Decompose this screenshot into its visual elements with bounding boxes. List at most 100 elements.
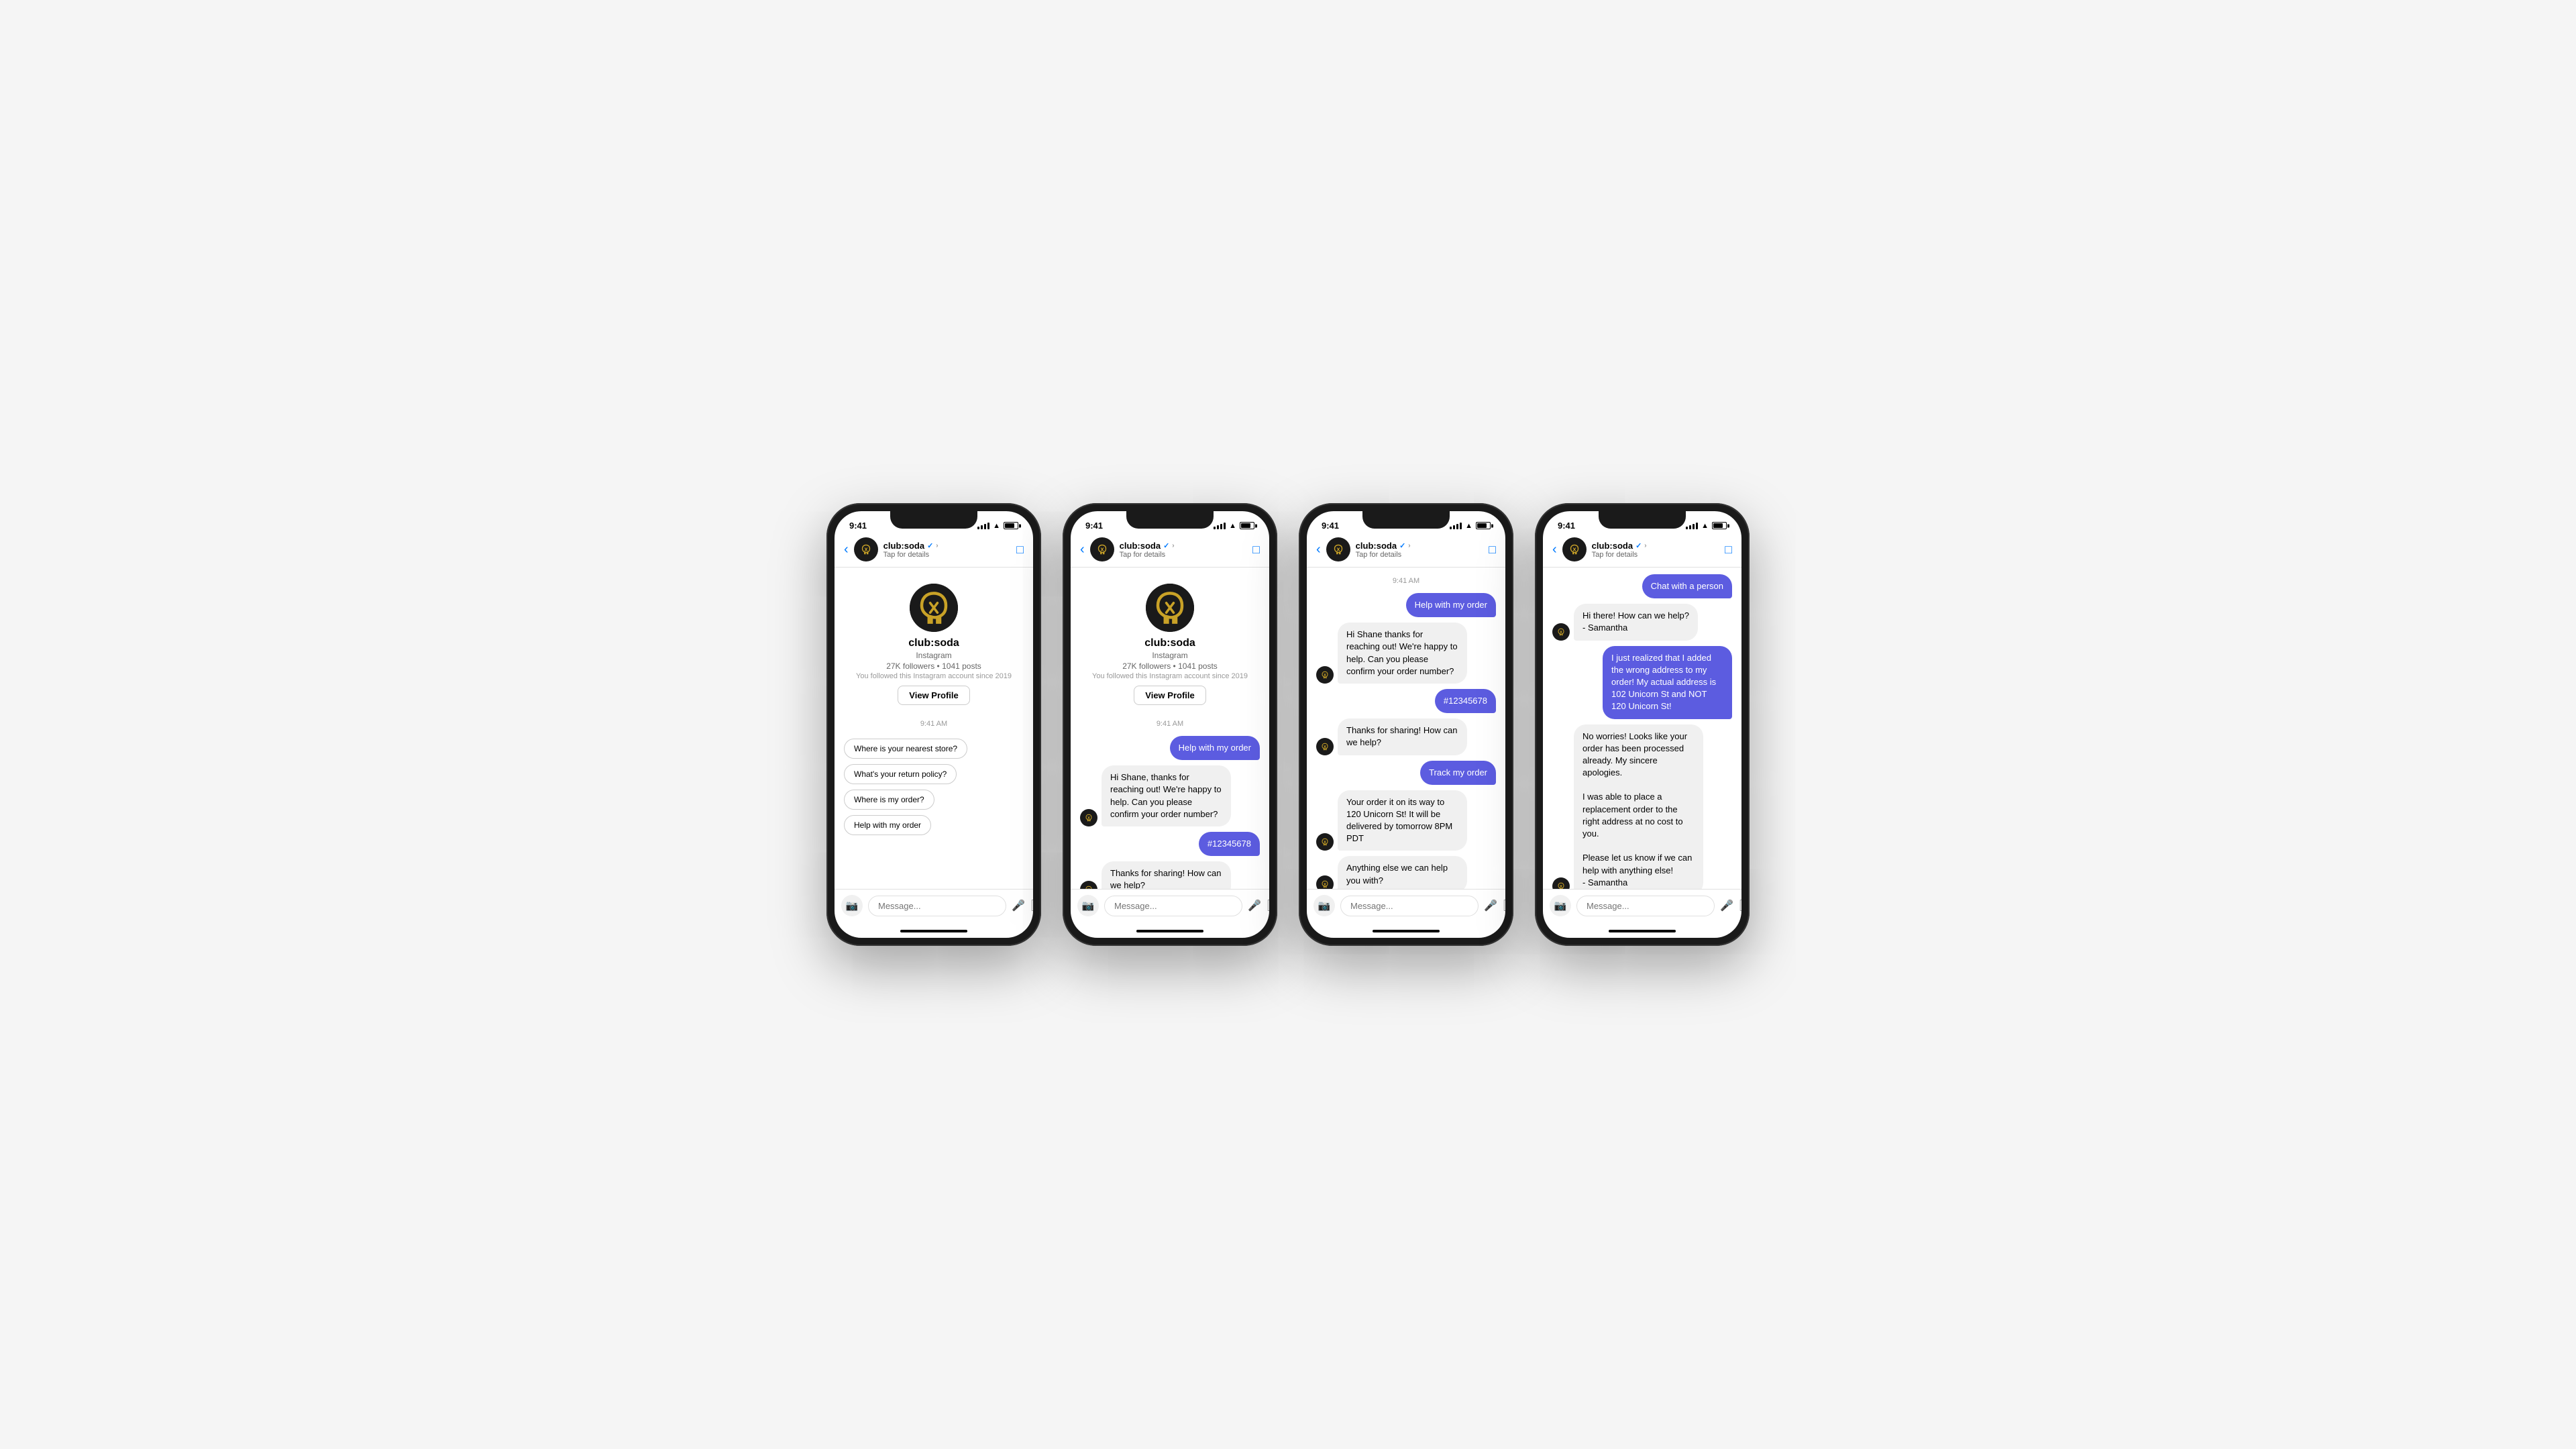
sent-message-bubble: #12345678 — [1435, 689, 1496, 713]
back-button[interactable]: ‹ — [1080, 542, 1085, 557]
nav-info: club:soda ✓ › Tap for details — [1120, 541, 1252, 559]
video-call-icon[interactable]: □ — [1016, 543, 1024, 557]
received-message-bubble: Thanks for sharing! How can we help? — [1102, 861, 1231, 889]
profile-header: club:soda Instagram 27K followers • 1041… — [844, 574, 1024, 712]
message-row: Track my order — [1316, 761, 1496, 785]
phone-3: 9:41 ▲ ‹ club:soda ✓ › Tap for details □… — [1299, 503, 1513, 946]
status-icons: ▲ — [1450, 522, 1491, 530]
mic-icon[interactable]: 🎤 — [1012, 899, 1025, 912]
received-message-bubble: Hi Shane thanks for reaching out! We're … — [1338, 623, 1467, 684]
profile-avatar — [1146, 584, 1194, 632]
message-input[interactable] — [1340, 896, 1479, 916]
quick-replies: Where is your nearest store? What's your … — [844, 736, 1024, 839]
status-icons: ▲ — [977, 522, 1018, 530]
message-row: No worries! Looks like your order has be… — [1552, 724, 1732, 890]
camera-button[interactable]: 📷 — [1550, 895, 1571, 916]
nav-subtitle: Tap for details — [883, 551, 1016, 559]
nav-name: club:soda ✓ › — [1120, 541, 1252, 551]
wifi-icon: ▲ — [1229, 522, 1236, 530]
chevron-icon: › — [936, 542, 938, 549]
signal-icon — [977, 523, 989, 529]
input-icons: 🎤 🖼 😊 — [1720, 899, 1741, 912]
received-message-bubble: Your order it on its way to 120 Unicorn … — [1338, 790, 1467, 851]
home-indicator — [1373, 930, 1440, 932]
input-icons: 🎤 🖼 😊 — [1484, 899, 1505, 912]
home-indicator — [900, 930, 967, 932]
video-call-icon[interactable]: □ — [1252, 543, 1260, 557]
received-message-bubble: No worries! Looks like your order has be… — [1574, 724, 1703, 890]
home-indicator — [1609, 930, 1676, 932]
mic-icon[interactable]: 🎤 — [1720, 899, 1733, 912]
back-button[interactable]: ‹ — [1552, 542, 1557, 557]
video-call-icon[interactable]: □ — [1489, 543, 1496, 557]
status-time: 9:41 — [1085, 521, 1103, 531]
profile-header: club:soda Instagram 27K followers • 1041… — [1080, 574, 1260, 712]
chevron-icon: › — [1408, 542, 1410, 549]
gallery-icon[interactable]: 🖼 — [1739, 899, 1741, 912]
sender-avatar — [1080, 881, 1097, 890]
nav-avatar — [1562, 537, 1587, 561]
quick-reply-chip[interactable]: Help with my order — [844, 815, 931, 835]
quick-reply-chip[interactable]: What's your return policy? — [844, 764, 957, 784]
quick-reply-chip[interactable]: Where is your nearest store? — [844, 739, 967, 759]
chevron-icon: › — [1644, 542, 1646, 549]
quick-reply-chip[interactable]: Where is my order? — [844, 790, 934, 810]
nav-subtitle: Tap for details — [1592, 551, 1725, 559]
message-row: Help with my order — [1316, 593, 1496, 617]
signal-icon — [1450, 523, 1462, 529]
received-message-bubble: Hi Shane, thanks for reaching out! We're… — [1102, 765, 1231, 826]
sender-avatar — [1080, 809, 1097, 826]
message-input[interactable] — [868, 896, 1006, 916]
message-input[interactable] — [1104, 896, 1242, 916]
signal-icon — [1214, 523, 1226, 529]
home-indicator — [1136, 930, 1203, 932]
sender-avatar — [1316, 833, 1334, 851]
chevron-icon: › — [1172, 542, 1174, 549]
message-row: Your order it on its way to 120 Unicorn … — [1316, 790, 1496, 851]
back-button[interactable]: ‹ — [1316, 542, 1321, 557]
nav-subtitle: Tap for details — [1120, 551, 1252, 559]
nav-name: club:soda ✓ › — [1356, 541, 1489, 551]
sender-avatar — [1552, 623, 1570, 641]
home-bar — [1543, 924, 1741, 938]
phone-1: 9:41 ▲ ‹ club:soda ✓ › Tap for details □ — [826, 503, 1041, 946]
camera-button[interactable]: 📷 — [841, 895, 863, 916]
view-profile-button[interactable]: View Profile — [898, 686, 969, 705]
input-icons: 🎤 🖼 😊 — [1012, 899, 1033, 912]
back-button[interactable]: ‹ — [844, 542, 849, 557]
view-profile-button[interactable]: View Profile — [1134, 686, 1205, 705]
profile-platform: Instagram — [1152, 651, 1187, 660]
input-bar: 📷 🎤 🖼 😊 — [1307, 889, 1505, 924]
message-row: I just realized that I added the wrong a… — [1552, 646, 1732, 719]
message-row: Thanks for sharing! How can we help? — [1316, 718, 1496, 755]
nav-name: club:soda ✓ › — [883, 541, 1016, 551]
chat-area: club:soda Instagram 27K followers • 1041… — [1071, 568, 1269, 889]
nav-bar: ‹ club:soda ✓ › Tap for details □ — [1543, 533, 1741, 568]
nav-avatar — [1090, 537, 1114, 561]
status-icons: ▲ — [1214, 522, 1254, 530]
camera-button[interactable]: 📷 — [1077, 895, 1099, 916]
message-row: #12345678 — [1316, 689, 1496, 713]
nav-bar: ‹ club:soda ✓ › Tap for details □ — [1307, 533, 1505, 568]
sent-message-bubble: Chat with a person — [1642, 574, 1732, 598]
nav-name: club:soda ✓ › — [1592, 541, 1725, 551]
notch — [890, 511, 977, 529]
video-call-icon[interactable]: □ — [1725, 543, 1732, 557]
sender-avatar — [1316, 738, 1334, 755]
message-input[interactable] — [1576, 896, 1715, 916]
message-row: #12345678 — [1080, 832, 1260, 856]
gallery-icon[interactable]: 🖼 — [1503, 899, 1505, 912]
gallery-icon[interactable]: 🖼 — [1030, 899, 1033, 912]
notch — [1362, 511, 1450, 529]
notch — [1126, 511, 1214, 529]
camera-button[interactable]: 📷 — [1313, 895, 1335, 916]
mic-icon[interactable]: 🎤 — [1484, 899, 1497, 912]
message-row: Hi Shane thanks for reaching out! We're … — [1316, 623, 1496, 684]
gallery-icon[interactable]: 🖼 — [1267, 899, 1269, 912]
sent-message-bubble: Help with my order — [1406, 593, 1496, 617]
profile-followers: 27K followers • 1041 posts — [1122, 661, 1218, 671]
status-time: 9:41 — [849, 521, 867, 531]
mic-icon[interactable]: 🎤 — [1248, 899, 1261, 912]
chat-area: club:soda Instagram 27K followers • 1041… — [835, 568, 1033, 889]
received-message-bubble: Anything else we can help you with? — [1338, 856, 1467, 889]
